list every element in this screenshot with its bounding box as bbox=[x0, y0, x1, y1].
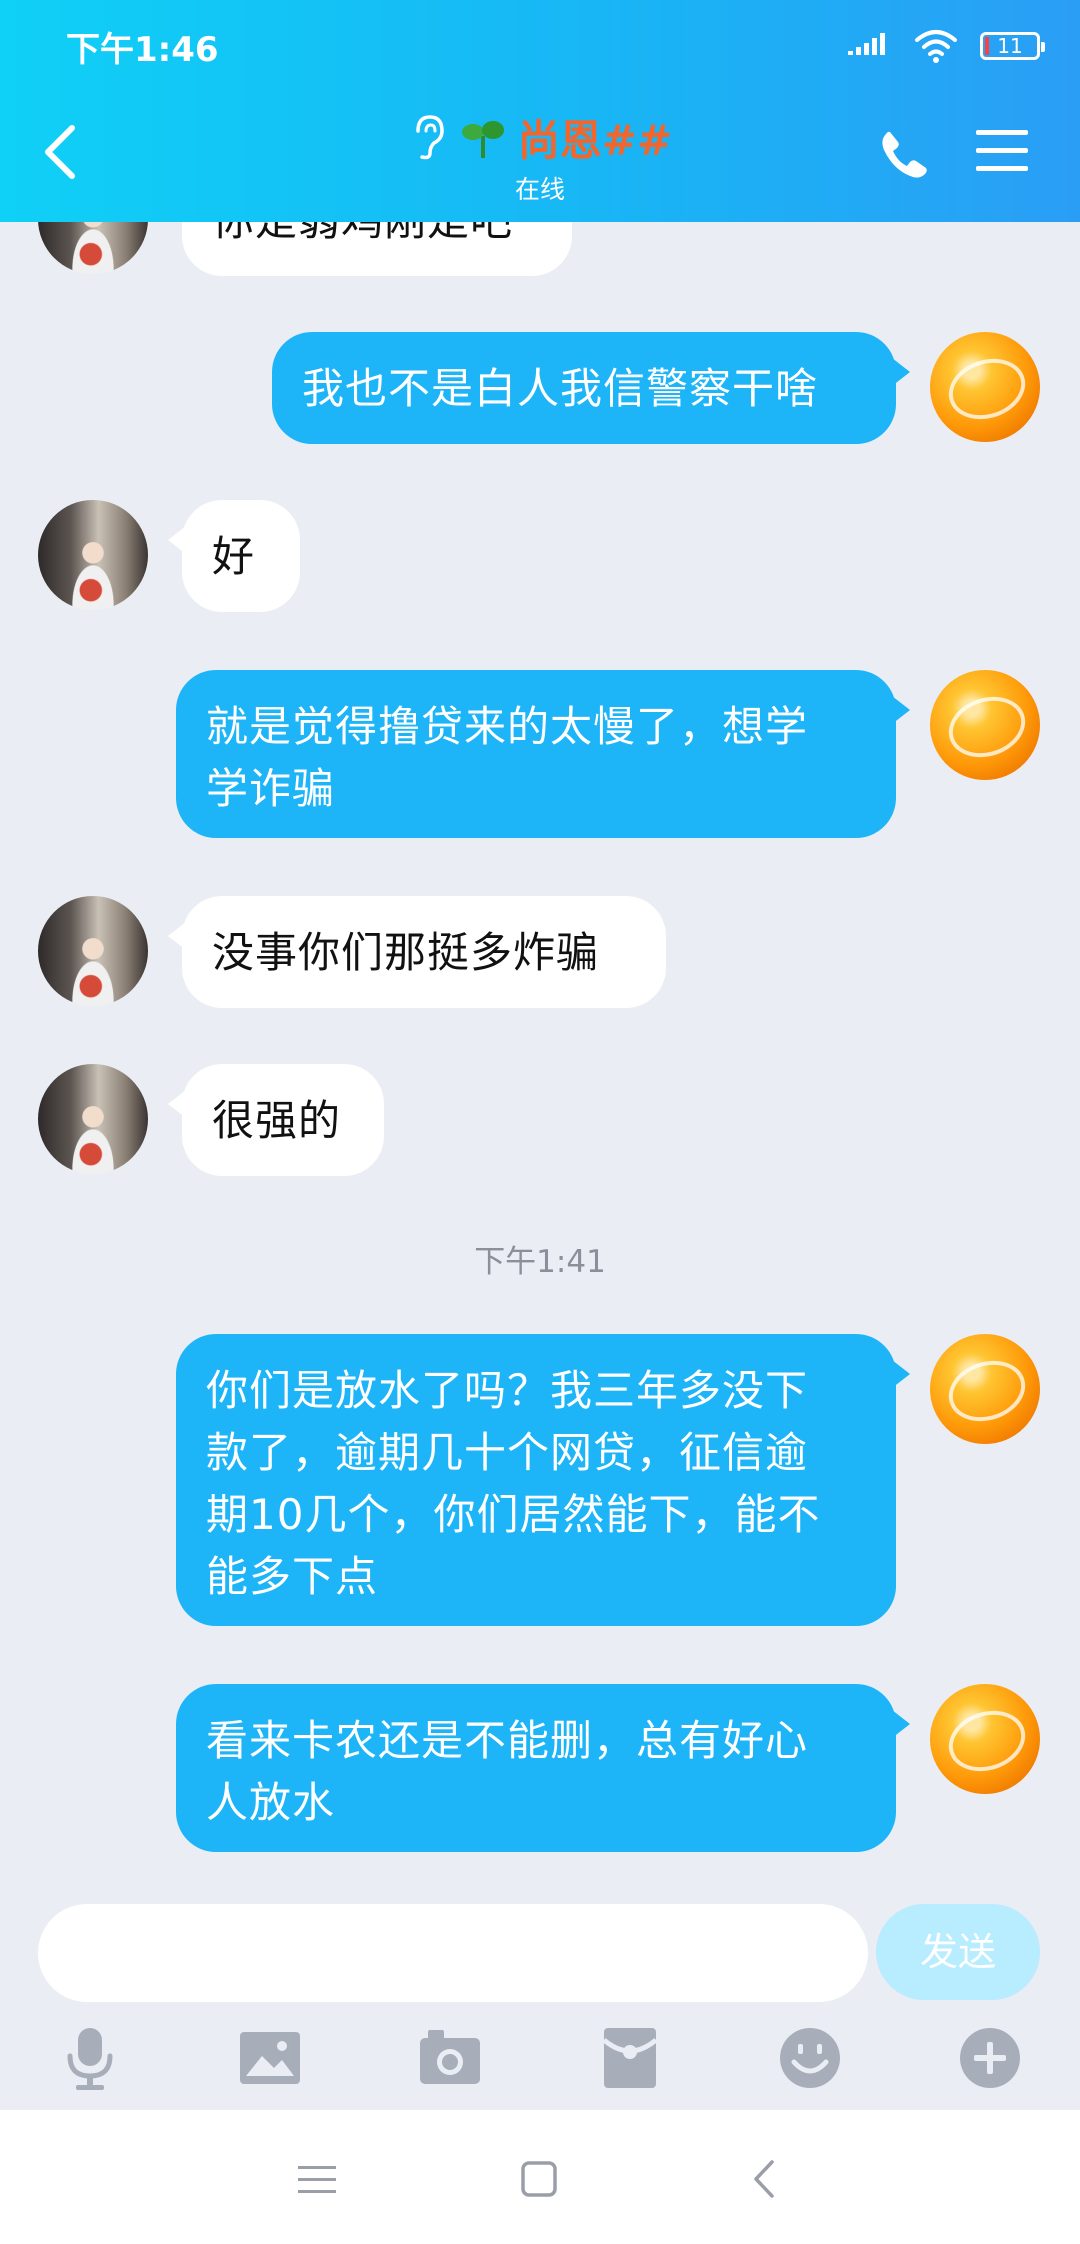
contact-avatar[interactable] bbox=[38, 896, 148, 1006]
message-text: 没事你们那挺多炸骗 bbox=[212, 928, 600, 977]
status-time: 下午1:46 bbox=[66, 30, 219, 70]
composer: 发送 bbox=[0, 1880, 1080, 2110]
contact-name: 尚恩## bbox=[517, 115, 673, 165]
message-text-line: 你们是放水了吗？我三年多没下 bbox=[206, 1366, 809, 1415]
status-icons: 11 bbox=[848, 26, 1045, 66]
wifi-icon bbox=[915, 30, 957, 63]
message-text-line: 期10几个，你们居然能下，能不 bbox=[206, 1490, 821, 1539]
battery-icon: 11 bbox=[980, 32, 1045, 60]
message-bubble-outgoing[interactable]: 你们是放水了吗？我三年多没下 款了，逾期几十个网贷，征信逾 期10几个，你们居然… bbox=[176, 1334, 910, 1626]
plus-icon[interactable] bbox=[954, 2022, 1026, 2094]
contact-avatar[interactable] bbox=[38, 1064, 148, 1174]
back-nav-icon[interactable] bbox=[740, 2154, 790, 2204]
message-bubble-outgoing[interactable]: 看来卡农还是不能删，总有好心 人放水 bbox=[176, 1684, 910, 1852]
composer-toolbar bbox=[0, 2022, 1080, 2094]
system-nav-bar bbox=[0, 2110, 1080, 2244]
emoji-icon[interactable] bbox=[774, 2022, 846, 2094]
ear-icon[interactable] bbox=[408, 113, 448, 161]
recent-apps-icon[interactable] bbox=[292, 2154, 342, 2204]
menu-icon[interactable] bbox=[976, 128, 1028, 174]
message-timestamp: 下午1:41 bbox=[474, 1244, 606, 1280]
sprout-icon bbox=[461, 121, 504, 158]
message-bubble-incoming[interactable]: 好 bbox=[168, 500, 300, 612]
message-bubble-incoming[interactable]: 很强的 bbox=[168, 1064, 384, 1176]
camera-icon[interactable] bbox=[414, 2022, 486, 2094]
message-bubble-incoming[interactable]: 没事你们那挺多炸骗 bbox=[168, 896, 666, 1008]
message-bubble-outgoing[interactable]: 我也不是白人我信警察干啥 bbox=[272, 332, 910, 444]
message-text-line: 款了，逾期几十个网贷，征信逾 bbox=[206, 1428, 809, 1477]
home-icon[interactable] bbox=[514, 2154, 564, 2204]
message-text-line: 能多下点 bbox=[206, 1552, 379, 1601]
message-text-line: 人放水 bbox=[206, 1778, 336, 1827]
message-text: 很强的 bbox=[212, 1096, 342, 1145]
microphone-icon[interactable] bbox=[54, 2022, 126, 2094]
my-avatar[interactable] bbox=[930, 332, 1040, 442]
image-icon[interactable] bbox=[234, 2022, 306, 2094]
my-avatar[interactable] bbox=[930, 670, 1040, 780]
contact-avatar[interactable] bbox=[38, 500, 148, 610]
signal-icon bbox=[848, 33, 885, 55]
message-list[interactable]: 你是弱鸡刚是吧 我也不是白人我信警察干啥 好 就是觉得撸贷来的太慢了，想学 学诈… bbox=[0, 0, 1080, 1880]
my-avatar[interactable] bbox=[930, 1684, 1040, 1794]
message-text-line: 就是觉得撸贷来的太慢了，想学 bbox=[206, 702, 809, 751]
message-text-line: 看来卡农还是不能删，总有好心 bbox=[206, 1716, 809, 1765]
message-input[interactable] bbox=[38, 1904, 868, 2002]
message-bubble-outgoing[interactable]: 就是觉得撸贷来的太慢了，想学 学诈骗 bbox=[176, 670, 910, 838]
message-text: 我也不是白人我信警察干啥 bbox=[302, 364, 819, 413]
phone-icon[interactable] bbox=[876, 126, 932, 182]
message-text-line: 学诈骗 bbox=[206, 764, 336, 813]
battery-level: 11 bbox=[997, 34, 1023, 58]
my-avatar[interactable] bbox=[930, 1334, 1040, 1444]
message-text: 好 bbox=[212, 532, 256, 581]
chat-header: 下午1:46 11 尚恩## 在线 bbox=[0, 0, 1080, 222]
send-button[interactable]: 发送 bbox=[876, 1904, 1040, 2000]
red-packet-icon[interactable] bbox=[594, 2022, 666, 2094]
